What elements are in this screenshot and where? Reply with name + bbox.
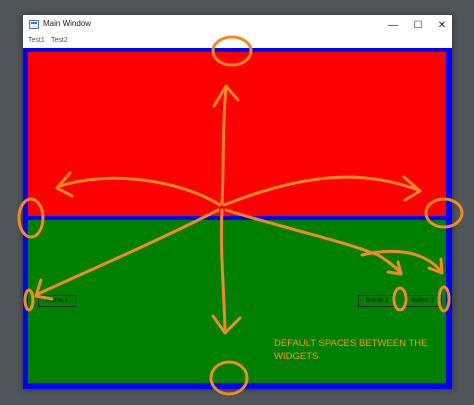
red-panel (28, 52, 446, 216)
close-button[interactable]: ✕ (428, 15, 456, 36)
green-panel: Button 1 Button 2 Button 3 DEFAULT SPACE… (28, 220, 446, 383)
minimize-button[interactable]: — (379, 15, 407, 36)
app-window-icon (29, 20, 39, 29)
annotation-text: DEFAULT SPACES BETWEEN THE WIDGETS (274, 338, 428, 362)
button-2[interactable]: Button 2 (358, 295, 396, 307)
menu-item-test1[interactable]: Test1 (28, 37, 45, 44)
button-3[interactable]: Button 3 (404, 295, 442, 307)
central-widget: Button 1 Button 2 Button 3 DEFAULT SPACE… (23, 48, 452, 389)
menu-item-test2[interactable]: Test2 (51, 37, 68, 44)
main-window: Main Window — ☐ ✕ Test1 Test2 Button 1 B… (23, 15, 452, 389)
title-bar[interactable]: Main Window — ☐ ✕ (23, 15, 452, 36)
window-title: Main Window (43, 19, 92, 28)
button-1[interactable]: Button 1 (38, 295, 76, 307)
